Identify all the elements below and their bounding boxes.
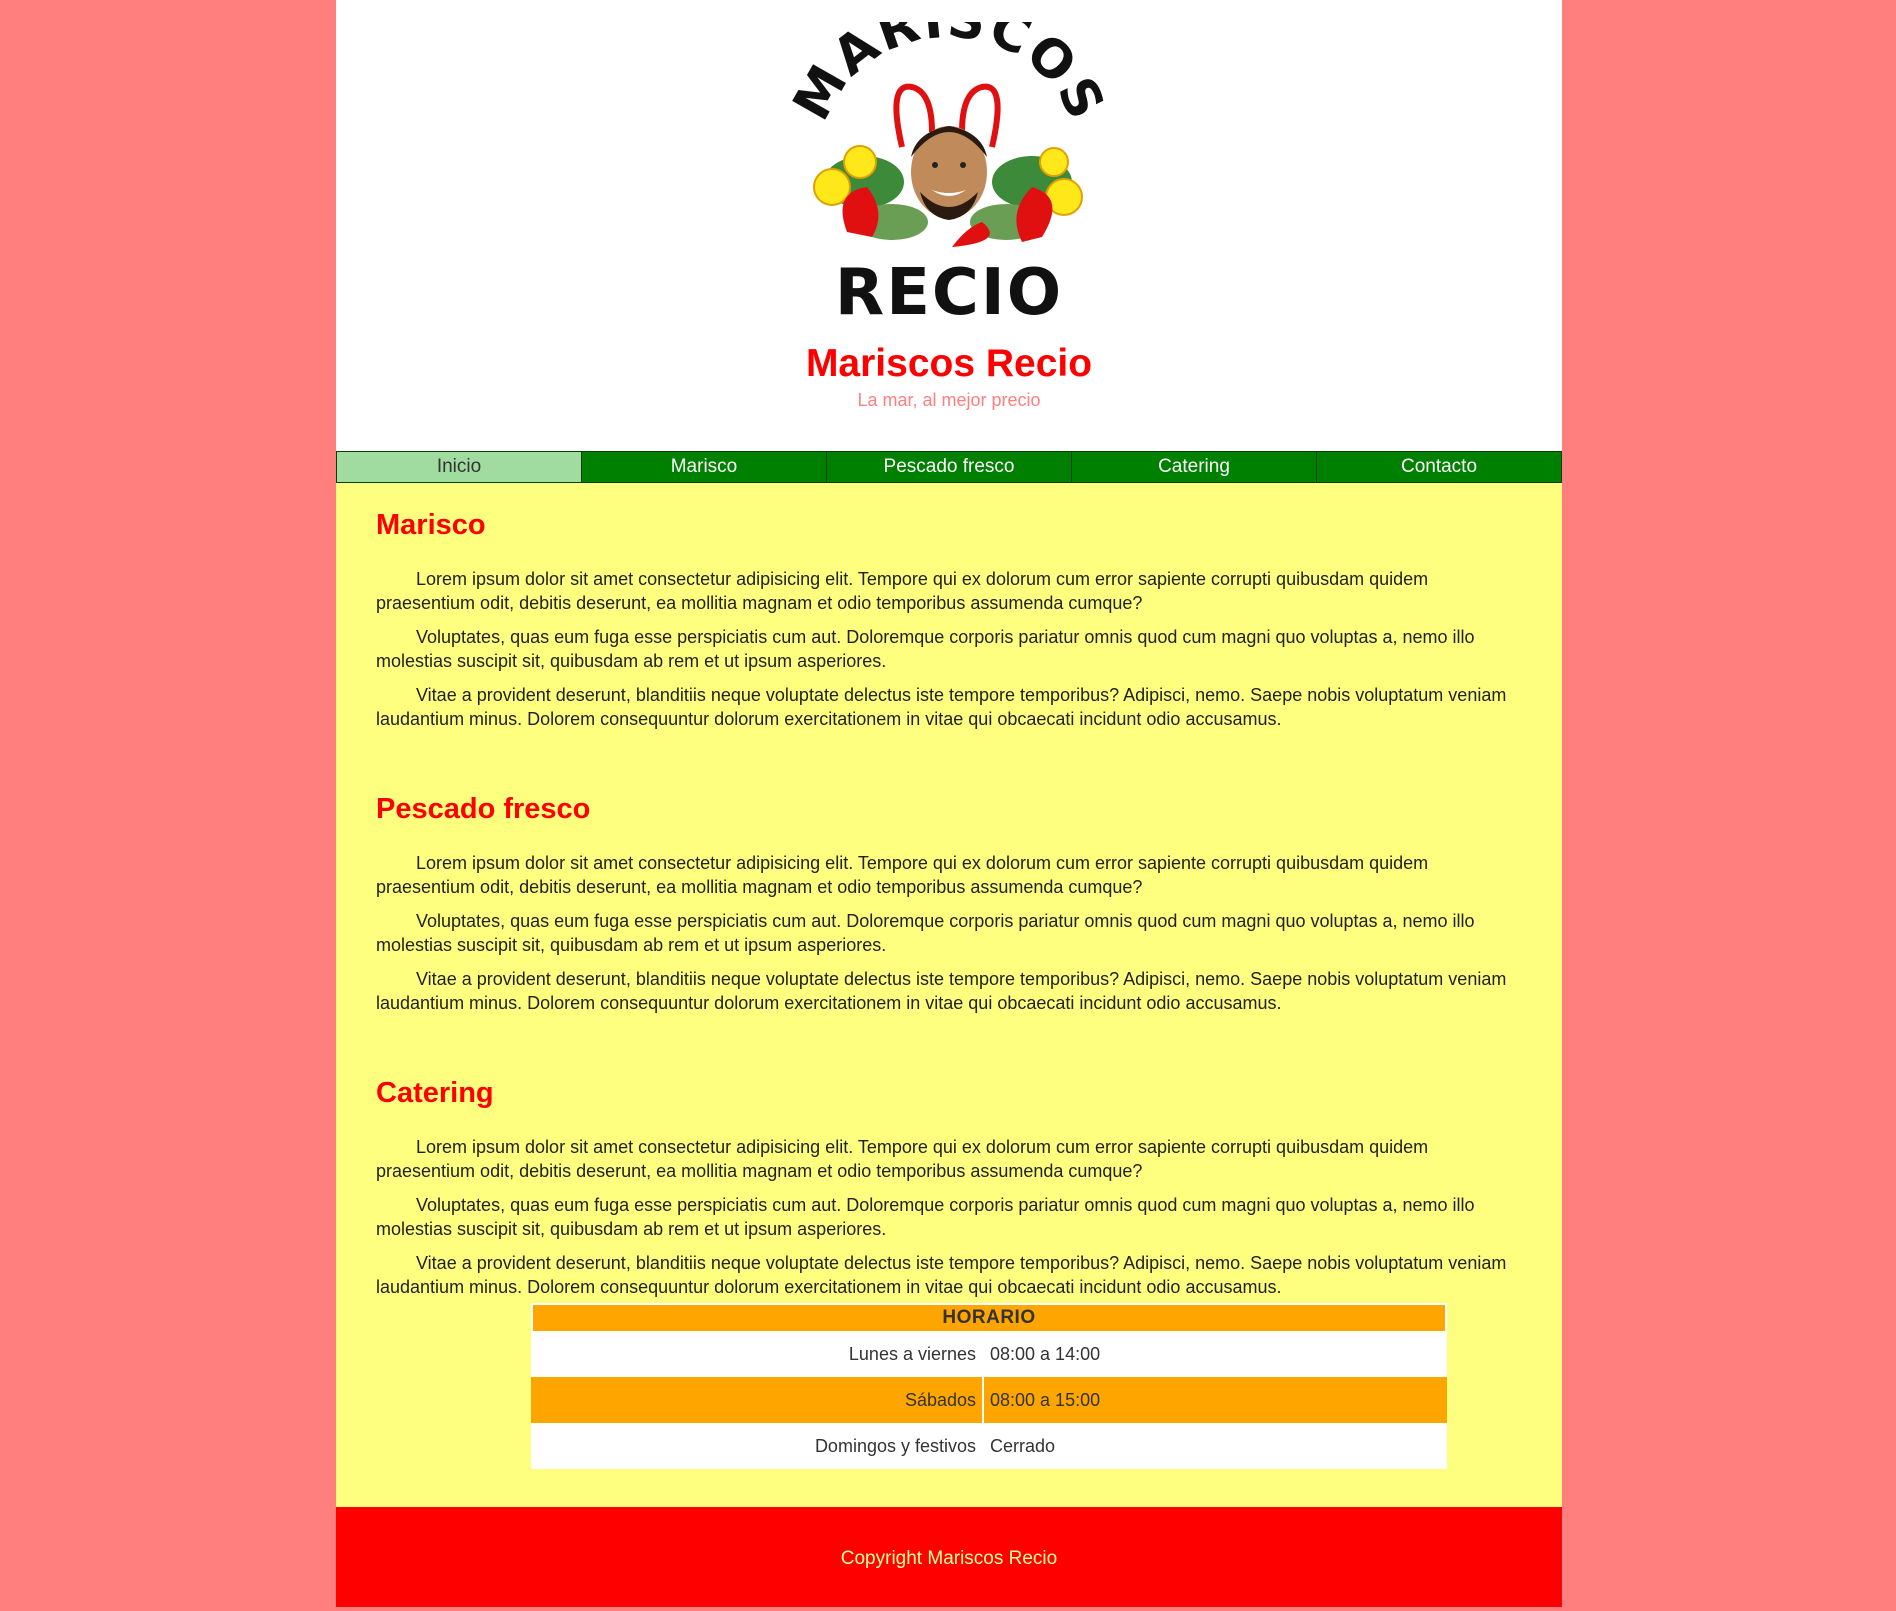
schedule-day: Domingos y festivos — [531, 1423, 984, 1469]
section-paragraph: Vitae a provident deserunt, blanditiis n… — [376, 1253, 1507, 1297]
schedule-row: Lunes a viernes 08:00 a 14:00 — [531, 1331, 1447, 1377]
mariscos-recio-logo: MARISCOS RECIO — [792, 22, 1106, 322]
section-heading: Pescado fresco — [376, 793, 591, 825]
main-nav: Inicio Marisco Pescado fresco Catering C… — [336, 451, 1562, 483]
nav-item-catering[interactable]: Catering — [1072, 451, 1317, 483]
schedule-day: Lunes a viernes — [531, 1331, 984, 1377]
nav-item-contacto[interactable]: Contacto — [1317, 451, 1562, 483]
section-catering: Catering Lorem ipsum dolor sit amet cons… — [376, 1051, 1522, 1299]
section-paragraph: Vitae a provident deserunt, blanditiis n… — [376, 969, 1507, 1013]
nav-item-marisco[interactable]: Marisco — [582, 451, 827, 483]
schedule-day: Sábados — [531, 1377, 984, 1423]
section-paragraph: Lorem ipsum dolor sit amet consectetur a… — [376, 853, 1429, 897]
section-pescado-fresco: Pescado fresco Lorem ipsum dolor sit ame… — [376, 767, 1522, 1015]
site-title: Mariscos Recio — [805, 342, 1093, 385]
site-footer: Copyright Mariscos Recio — [336, 1507, 1562, 1607]
section-heading: Marisco — [376, 509, 486, 541]
page: MARISCOS RECIO — [336, 0, 1562, 1607]
svg-text:MARISCOS: MARISCOS — [792, 22, 1106, 130]
nav-item-inicio[interactable]: Inicio — [336, 451, 582, 483]
schedule-row: Domingos y festivos Cerrado — [531, 1423, 1447, 1469]
section-heading: Catering — [376, 1077, 494, 1109]
section-paragraph: Lorem ipsum dolor sit amet consectetur a… — [376, 1137, 1429, 1181]
schedule-hours: Cerrado — [990, 1436, 1056, 1456]
site-header: MARISCOS RECIO — [336, 0, 1562, 451]
section-paragraph: Voluptates, quas eum fuga esse perspicia… — [376, 1195, 1475, 1239]
main-content: Marisco Lorem ipsum dolor sit amet conse… — [376, 483, 1522, 1469]
schedule-hours: 08:00 a 14:00 — [990, 1344, 1101, 1364]
section-marisco: Marisco Lorem ipsum dolor sit amet conse… — [376, 483, 1522, 731]
section-paragraph: Voluptates, quas eum fuga esse perspicia… — [376, 627, 1475, 671]
schedule-hours: 08:00 a 15:00 — [990, 1390, 1101, 1410]
schedule-table: HORARIO Lunes a viernes 08:00 a 14:00 Sá… — [531, 1303, 1447, 1469]
schedule-title: HORARIO — [531, 1303, 1447, 1331]
section-paragraph: Lorem ipsum dolor sit amet consectetur a… — [376, 569, 1429, 613]
section-paragraph: Voluptates, quas eum fuga esse perspicia… — [376, 911, 1475, 955]
copyright-text: Copyright Mariscos Recio — [840, 1548, 1058, 1569]
nav-item-pescado-fresco[interactable]: Pescado fresco — [827, 451, 1072, 483]
schedule-row: Sábados 08:00 a 15:00 — [531, 1377, 1447, 1423]
svg-text:RECIO: RECIO — [835, 256, 1063, 322]
site-tagline: La mar, al mejor precio — [857, 390, 1041, 410]
section-paragraph: Vitae a provident deserunt, blanditiis n… — [376, 685, 1507, 729]
